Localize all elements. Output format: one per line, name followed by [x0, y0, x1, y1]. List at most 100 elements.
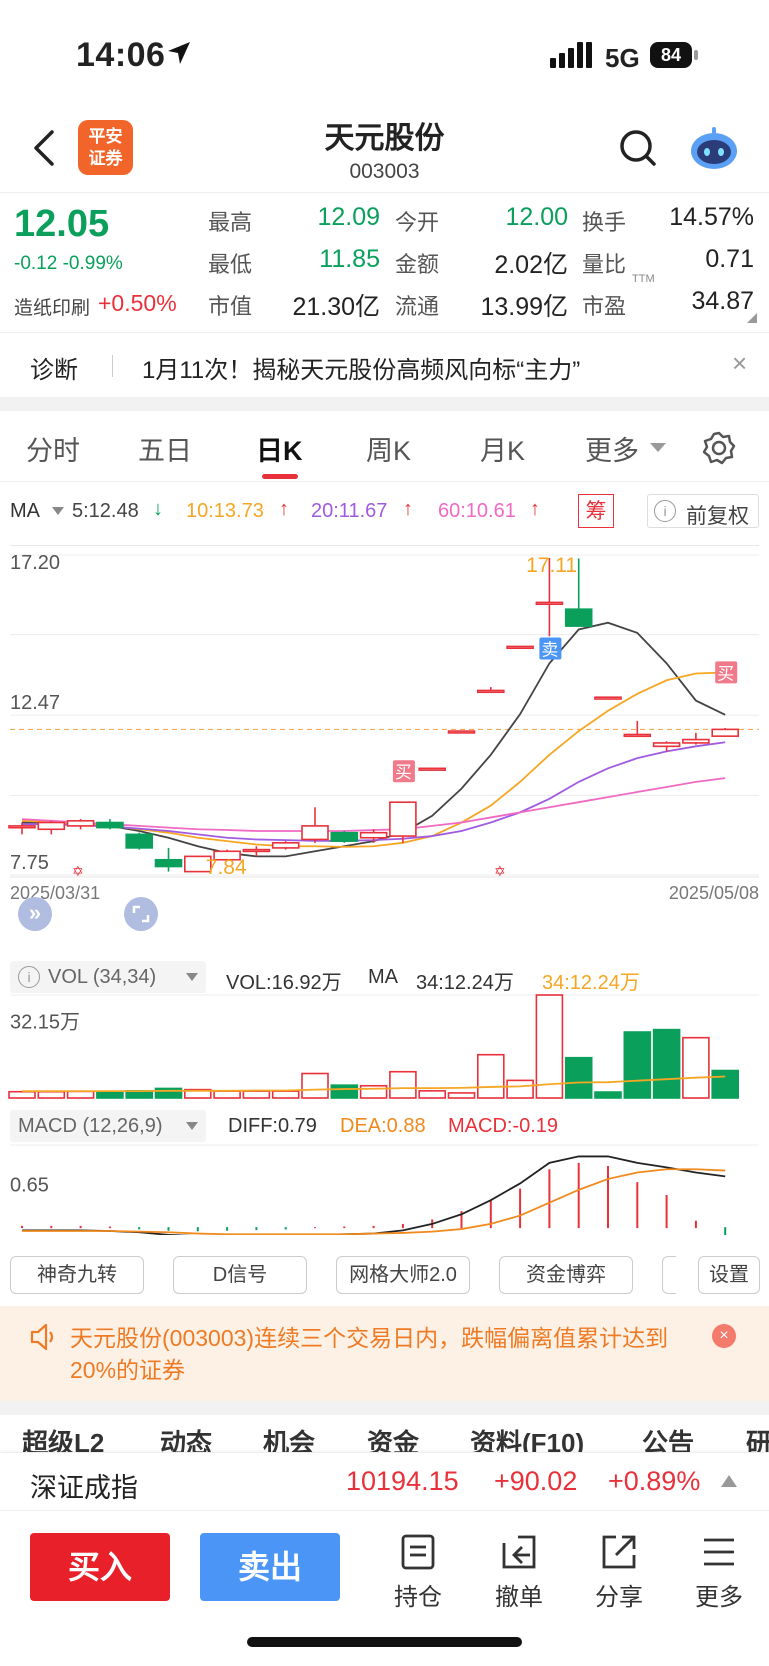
tab-monthly-k[interactable]: 月K	[480, 429, 525, 468]
tool-capital-game[interactable]: 资金博弈	[499, 1256, 633, 1294]
volume-ratio-label: 量比	[582, 252, 627, 277]
volume-bar	[682, 1036, 710, 1099]
ma20-value: 20:11.67	[311, 500, 388, 522]
ma20-up-arrow-icon: ↑	[403, 498, 413, 520]
section-gap	[0, 397, 769, 411]
volume-bar	[564, 1056, 593, 1099]
divider	[112, 355, 113, 377]
candle-body	[711, 728, 740, 737]
chart-period-tabs: 分时 五日 日K 周K 月K 更多	[0, 411, 769, 482]
adjust-button[interactable]: i 前复权	[647, 494, 759, 528]
more-button[interactable]: 更多	[684, 1533, 754, 1612]
fullscreen-icon[interactable]	[124, 897, 158, 931]
expand-left-icon[interactable]: »	[18, 897, 52, 931]
ma5-value: 5:12.48	[72, 500, 139, 522]
buy-button[interactable]: 买入	[30, 1533, 170, 1601]
volume-bar	[506, 1079, 534, 1099]
last-price: 12.05	[14, 203, 110, 245]
tool-partial[interactable]	[662, 1256, 676, 1294]
tab-more[interactable]: 更多	[585, 429, 639, 468]
corner-mark-icon	[747, 313, 757, 323]
macd-axis-label: 0.65	[10, 1174, 49, 1196]
close-icon[interactable]: ×	[732, 348, 747, 379]
candle-body	[682, 738, 710, 744]
tab-research[interactable]: 研	[746, 1423, 769, 1452]
candle-body	[623, 733, 652, 738]
diagnosis-text[interactable]: 1月11次！揭秘天元股份高频风向标“主力”	[142, 350, 580, 385]
candle-body	[564, 608, 593, 627]
positions-button[interactable]: 持仓	[383, 1533, 453, 1612]
tab-super-l2[interactable]: 超级L2	[22, 1423, 104, 1452]
tab-five-day[interactable]: 五日	[138, 429, 192, 468]
high-label: 最高	[208, 210, 253, 235]
chevron-down-icon	[650, 443, 666, 452]
low-value: 11.85	[319, 245, 380, 273]
sell-button[interactable]: 卖出	[200, 1533, 340, 1601]
index-percent: +0.89%	[608, 1466, 701, 1496]
candle-body	[96, 821, 124, 829]
candle-body	[66, 820, 95, 827]
network-type: 5G	[605, 43, 640, 73]
turnover-value: 14.57%	[669, 203, 754, 231]
tool-d-signal[interactable]: D信号	[173, 1256, 307, 1294]
tab-weekly-k[interactable]: 周K	[366, 429, 411, 468]
candle-body	[506, 645, 534, 650]
volume-bar	[330, 1084, 359, 1099]
tab-opportunity[interactable]: 机会	[263, 1423, 315, 1452]
tab-announcements[interactable]: 公告	[642, 1423, 694, 1452]
ma-label[interactable]: MA	[10, 500, 40, 523]
candle-body	[594, 696, 622, 700]
share-button[interactable]: 分享	[584, 1533, 654, 1612]
document-icon	[401, 1534, 435, 1570]
volume-bar	[447, 1092, 476, 1099]
candle-body	[154, 858, 183, 868]
expand-up-icon[interactable]	[721, 1475, 737, 1487]
tool-settings[interactable]: 设置	[698, 1256, 760, 1294]
undo-icon	[502, 1535, 536, 1569]
tool-magic-nine[interactable]: 神奇九转	[10, 1256, 144, 1294]
close-icon[interactable]: ×	[712, 1324, 736, 1348]
dropdown-icon[interactable]	[52, 507, 64, 515]
signal-badge-label: 卖	[541, 640, 558, 660]
tab-capital[interactable]: 资金	[367, 1423, 419, 1452]
share-icon	[602, 1535, 636, 1569]
candle-body	[301, 825, 329, 841]
market-cap-label: 市值	[208, 294, 253, 319]
candle-body	[330, 831, 359, 842]
amount-value: 2.02亿	[494, 251, 568, 279]
volume-bar	[37, 1090, 66, 1099]
positions-label: 持仓	[394, 1584, 442, 1611]
diagnosis-label: 诊断	[30, 357, 78, 384]
sector-name[interactable]: 造纸印刷	[14, 293, 90, 320]
search-icon[interactable]	[618, 128, 658, 168]
gear-icon[interactable]	[702, 431, 736, 465]
location-arrow-icon	[168, 42, 190, 64]
tab-intraday[interactable]: 分时	[26, 429, 80, 468]
pe-superscript: TTM	[632, 273, 655, 285]
macd-dea: DEA:0.88	[340, 1115, 426, 1137]
price-axis-label: 7.75	[10, 852, 49, 874]
volume-bar	[301, 1072, 329, 1099]
float-cap-label: 流通	[395, 294, 440, 319]
macd-selector[interactable]: MACD (12,26,9)	[10, 1110, 206, 1142]
speaker-icon	[30, 1323, 54, 1351]
tool-grid-master[interactable]: 网格大师2.0	[336, 1256, 470, 1294]
sector-change[interactable]: +0.50%	[98, 290, 177, 317]
adjust-label: 前复权	[686, 505, 749, 528]
index-ticker[interactable]: 深证成指 10194.15 +90.02 +0.89%	[0, 1452, 769, 1511]
tab-news[interactable]: 动态	[160, 1423, 212, 1452]
tab-daily-k[interactable]: 日K	[256, 429, 303, 468]
chip-distribution-button[interactable]: 筹	[578, 494, 614, 528]
risk-alert[interactable]: 天元股份(003003)连续三个交易日内，跌幅偏离值累计达到20%的证券 ×	[0, 1306, 769, 1401]
diagnosis-notice[interactable]: 诊断 1月11次！揭秘天元股份高频风向标“主力” ×	[0, 332, 769, 397]
candle-body	[359, 831, 388, 839]
vol-selector[interactable]: i VOL (34,34)	[10, 961, 206, 993]
share-label: 分享	[595, 1584, 643, 1611]
alert-text: 天元股份(003003)连续三个交易日内，跌幅偏离值累计达到20%的证券	[70, 1325, 669, 1383]
cancel-order-button[interactable]: 撤单	[484, 1533, 554, 1612]
candle-body	[242, 848, 271, 853]
tab-f10[interactable]: 资料(F10)	[470, 1423, 584, 1452]
robot-assistant-icon[interactable]	[688, 125, 740, 173]
volume-ma-line	[22, 1075, 726, 1093]
vol-ma-label: MA	[368, 966, 398, 988]
